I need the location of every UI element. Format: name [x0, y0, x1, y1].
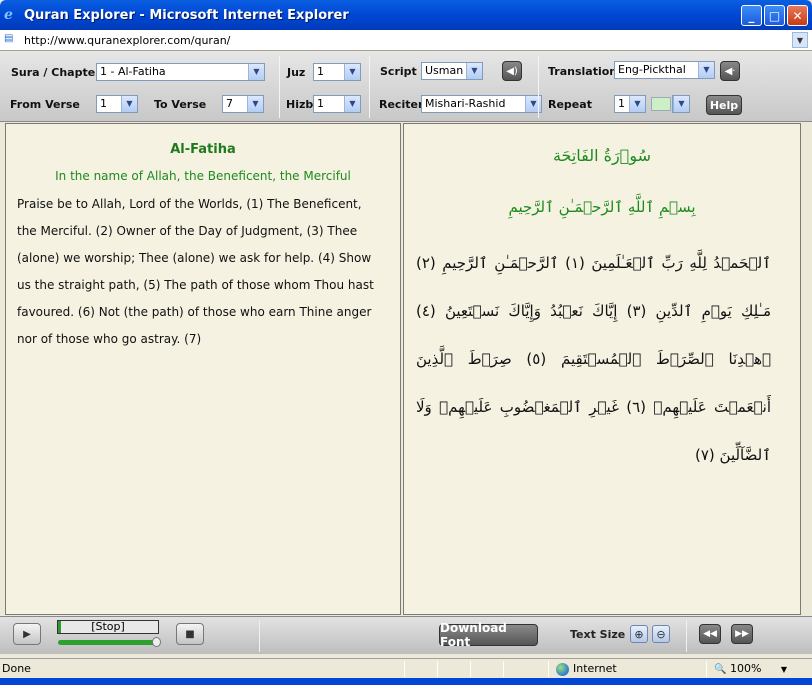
next-icon: ▶▶ [735, 629, 749, 639]
address-url[interactable]: http://www.quranexplorer.com/quran/ [24, 34, 230, 47]
toolbar-divider [538, 56, 539, 118]
minimize-button[interactable]: _ [741, 5, 762, 26]
from-verse-select[interactable]: 1 ▼ [96, 95, 138, 113]
maximize-button[interactable]: □ [764, 5, 785, 26]
close-button[interactable]: ✕ [787, 5, 808, 26]
address-dropdown-icon[interactable]: ▼ [792, 32, 808, 48]
sura-title-english: Al-Fatiha [170, 142, 236, 157]
translation-audio-button[interactable]: ◀· [720, 61, 740, 81]
hizb-label: Hizb [286, 98, 314, 111]
sura-label: Sura / Chapter [11, 66, 101, 79]
zoom-in-icon: ⊕ [634, 627, 644, 641]
security-zone: Internet [556, 661, 617, 677]
highlight-color-swatch[interactable] [651, 97, 671, 111]
previous-icon: ◀◀ [703, 629, 717, 639]
to-verse-select[interactable]: 7 ▼ [222, 95, 264, 113]
page-icon: ▤ [4, 33, 14, 44]
window-controls: _ □ ✕ [741, 5, 808, 26]
reciter-select[interactable]: Mishari-Rashid ▼ [421, 95, 542, 113]
speaker-back-icon: ◀· [724, 65, 736, 77]
playback-status: [Stop] [57, 620, 159, 634]
hizb-select[interactable]: 1 ▼ [313, 95, 361, 113]
arabic-panel: سُوۡرَةُ الفَاتِحَة بِسۡمِ ٱللَّهِ ٱلرَّ… [403, 123, 801, 615]
status-text: Done [2, 662, 31, 675]
reciter-label: Reciter [379, 98, 424, 111]
highlight-color-dropdown[interactable]: ▼ [672, 95, 690, 113]
chevron-down-icon: ▼ [344, 96, 360, 112]
toolbar-divider [369, 56, 370, 118]
status-divider [548, 661, 549, 677]
player-divider [259, 620, 260, 652]
chevron-down-icon: ▼ [248, 64, 264, 80]
zoom-out-icon: ⊖ [656, 627, 666, 641]
address-bar[interactable]: ▤ http://www.quranexplorer.com/quran/ ▼ [0, 30, 812, 51]
translation-label: Translation [548, 65, 618, 78]
magnifier-icon: 🔍 [714, 664, 727, 675]
arabic-verses: ٱلۡحَمۡدُ لِلَّهِ رَبِّ ٱلۡعَـٰلَمِينَ (… [416, 254, 772, 464]
translation-select[interactable]: Eng-Pickthal ▼ [614, 61, 715, 79]
speaker-button[interactable]: ◀) [502, 61, 522, 81]
chevron-down-icon: ▼ [466, 63, 482, 79]
repeat-label: Repeat [548, 98, 592, 111]
chevron-down-icon: ▼ [247, 96, 263, 112]
help-button[interactable]: Help [706, 95, 742, 115]
zoom-dropdown-icon[interactable]: ▼ [781, 665, 787, 674]
stop-button[interactable]: ■ [176, 623, 204, 645]
chevron-down-icon: ▼ [344, 64, 360, 80]
juz-label: Juz [287, 66, 306, 79]
browser-status-bar: Done Internet 🔍 100% ▼ [0, 658, 812, 678]
window-title: Quran Explorer - Microsoft Internet Expl… [24, 7, 349, 23]
download-font-button[interactable]: Download Font [439, 621, 538, 649]
previous-sura-button[interactable]: ◀◀ [699, 624, 721, 644]
next-sura-button[interactable]: ▶▶ [731, 624, 753, 644]
translation-panel: Al-Fatiha In the name of Allah, the Bene… [5, 123, 401, 615]
status-divider [404, 661, 405, 677]
chevron-down-icon: ▼ [698, 62, 714, 78]
bismillah-arabic: بِسۡمِ ٱللَّهِ ٱلرَّحۡمَـٰنِ ٱلرَّحِيمِ [508, 198, 696, 216]
play-icon: ▶ [23, 628, 31, 640]
player-divider [686, 620, 687, 652]
status-divider [503, 661, 504, 677]
window-title-bar[interactable]: e Quran Explorer - Microsoft Internet Ex… [0, 0, 812, 30]
zoom-level[interactable]: 🔍 100% ▼ [714, 661, 787, 677]
playback-progress-bar[interactable] [58, 640, 158, 645]
bismillah-english: In the name of Allah, the Beneficent, th… [55, 169, 351, 183]
zoom-out-button[interactable]: ⊖ [652, 625, 670, 643]
translation-text: Praise be to Allah, Lord of the Worlds, … [17, 197, 374, 346]
repeat-select[interactable]: 1 ▼ [614, 95, 646, 113]
speaker-icon: ◀) [506, 65, 518, 77]
player-bar: ▶ [Stop] ■ Download Font Text Size ⊕ ⊖ ◀… [0, 616, 812, 654]
status-divider [470, 661, 471, 677]
text-size-label: Text Size [570, 628, 626, 641]
juz-select[interactable]: 1 ▼ [313, 63, 361, 81]
zoom-in-button[interactable]: ⊕ [630, 625, 648, 643]
stop-icon: ■ [185, 628, 195, 640]
to-verse-label: To Verse [154, 98, 207, 111]
progress-knob[interactable] [152, 637, 161, 647]
ie-logo-icon: e [4, 7, 13, 23]
chevron-down-icon: ▼ [673, 96, 689, 112]
from-verse-label: From Verse [10, 98, 80, 111]
sura-select[interactable]: 1 - Al-Fatiha ▼ [96, 63, 265, 81]
status-divider [706, 661, 707, 677]
toolbar-divider [279, 56, 280, 118]
play-button[interactable]: ▶ [13, 623, 41, 645]
sura-title-arabic: سُوۡرَةُ الفَاتِحَة [552, 146, 652, 165]
chevron-down-icon: ▼ [629, 96, 645, 112]
script-select[interactable]: Usmani ▼ [421, 62, 483, 80]
status-divider [437, 661, 438, 677]
globe-icon [556, 662, 569, 676]
quran-controls-toolbar: Sura / Chapter 1 - Al-Fatiha ▼ From Vers… [0, 52, 812, 122]
script-label: Script [380, 65, 417, 78]
window-bottom-border [0, 678, 812, 685]
chevron-down-icon: ▼ [121, 96, 137, 112]
